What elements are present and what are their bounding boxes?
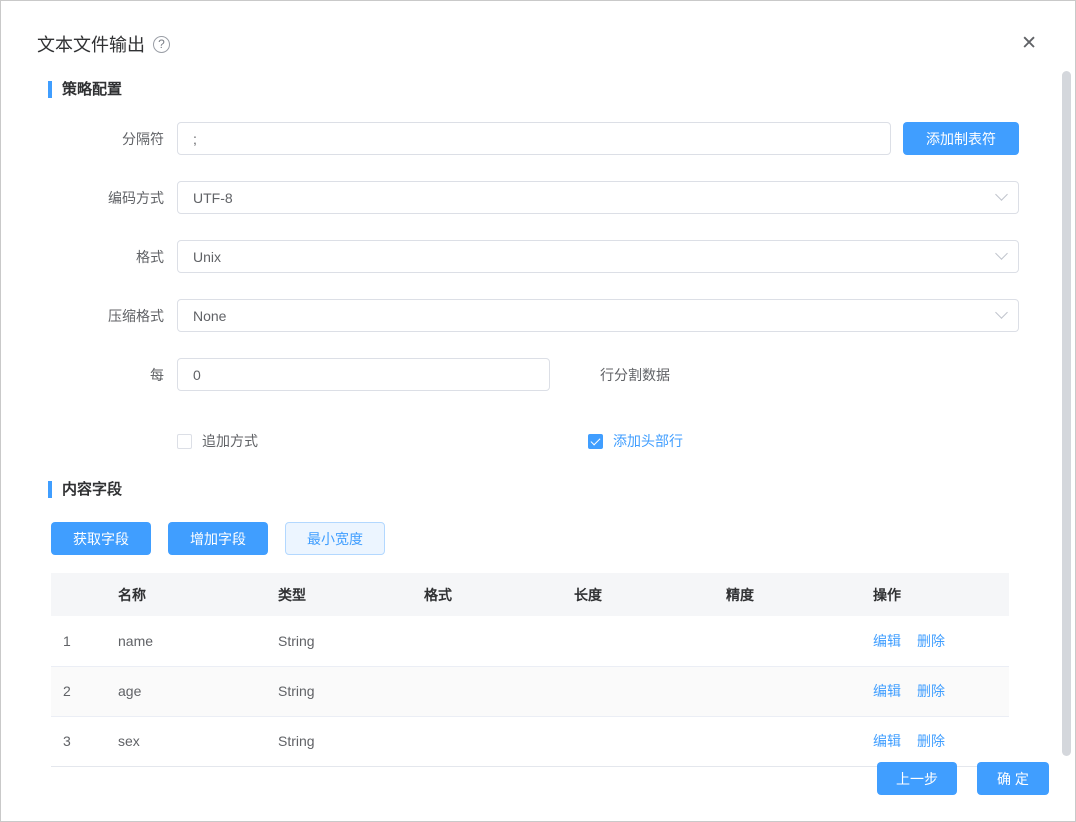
append-mode-label: 追加方式	[202, 431, 258, 451]
cell-precision	[714, 616, 861, 666]
row-index: 2	[51, 666, 106, 716]
column-format: 格式	[412, 573, 562, 616]
section-fields-title: 内容字段	[48, 481, 1075, 498]
cell-name: name	[106, 616, 266, 666]
cell-length	[562, 616, 714, 666]
split-suffix-label: 行分割数据	[600, 365, 670, 385]
cell-format	[412, 716, 562, 766]
compression-label: 压缩格式	[51, 306, 164, 326]
append-mode-checkbox-group[interactable]: 追加方式	[177, 431, 258, 451]
dialog-footer: 上一步 确 定	[877, 762, 1049, 795]
form-row-compression: 压缩格式 None	[51, 299, 1075, 332]
edit-link[interactable]: 编辑	[873, 733, 901, 749]
min-width-button[interactable]: 最小宽度	[285, 522, 385, 555]
delete-link[interactable]: 删除	[917, 683, 945, 699]
confirm-button[interactable]: 确 定	[977, 762, 1049, 795]
checkbox-row: 追加方式 添加头部行	[177, 431, 1075, 451]
separator-input[interactable]	[177, 122, 891, 155]
fields-table: 名称 类型 格式 长度 精度 操作 1 name String 编辑删除 2 a…	[51, 573, 1009, 767]
table-row: 1 name String 编辑删除	[51, 616, 1009, 666]
cell-type: String	[266, 716, 412, 766]
row-index: 3	[51, 716, 106, 766]
add-header-label: 添加头部行	[613, 431, 683, 451]
add-header-checkbox-group[interactable]: 添加头部行	[588, 431, 683, 451]
format-select[interactable]: Unix	[177, 240, 1019, 273]
cell-precision	[714, 716, 861, 766]
text-file-output-dialog: 文本文件输出 ? ✕ 策略配置 分隔符 添加制表符 编码方式 UTF-8 格式 …	[0, 0, 1076, 822]
delete-link[interactable]: 删除	[917, 633, 945, 649]
encoding-label: 编码方式	[51, 188, 164, 208]
form-row-encoding: 编码方式 UTF-8	[51, 181, 1075, 214]
append-mode-checkbox[interactable]	[177, 434, 192, 449]
table-header-row: 名称 类型 格式 长度 精度 操作	[51, 573, 1009, 616]
help-icon[interactable]: ?	[153, 36, 170, 53]
chevron-down-icon	[995, 247, 1008, 260]
edit-link[interactable]: 编辑	[873, 683, 901, 699]
compression-select[interactable]: None	[177, 299, 1019, 332]
get-fields-button[interactable]: 获取字段	[51, 522, 151, 555]
add-tab-button[interactable]: 添加制表符	[903, 122, 1019, 155]
table-row: 2 age String 编辑删除	[51, 666, 1009, 716]
row-index: 1	[51, 616, 106, 666]
separator-label: 分隔符	[51, 129, 164, 149]
cell-precision	[714, 666, 861, 716]
format-value: Unix	[193, 249, 221, 265]
edit-link[interactable]: 编辑	[873, 633, 901, 649]
split-prefix-label: 每	[51, 365, 164, 385]
column-name: 名称	[106, 573, 266, 616]
add-header-checkbox[interactable]	[588, 434, 603, 449]
chevron-down-icon	[995, 188, 1008, 201]
format-label: 格式	[51, 247, 164, 267]
form-row-separator: 分隔符 添加制表符	[51, 122, 1075, 155]
close-icon[interactable]: ✕	[1021, 34, 1037, 53]
cell-type: String	[266, 616, 412, 666]
chevron-down-icon	[995, 306, 1008, 319]
section-strategy-title: 策略配置	[48, 81, 1075, 98]
split-rows-input[interactable]	[177, 358, 550, 391]
column-index	[51, 573, 106, 616]
column-type: 类型	[266, 573, 412, 616]
fields-toolbar: 获取字段 增加字段 最小宽度	[51, 522, 1075, 555]
cell-length	[562, 716, 714, 766]
compression-value: None	[193, 308, 226, 324]
column-length: 长度	[562, 573, 714, 616]
delete-link[interactable]: 删除	[917, 733, 945, 749]
dialog-title: 文本文件输出	[37, 31, 145, 57]
encoding-value: UTF-8	[193, 190, 233, 206]
previous-step-button[interactable]: 上一步	[877, 762, 957, 795]
cell-type: String	[266, 666, 412, 716]
cell-length	[562, 666, 714, 716]
column-precision: 精度	[714, 573, 861, 616]
dialog-header: 文本文件输出 ?	[1, 1, 1075, 57]
add-field-button[interactable]: 增加字段	[168, 522, 268, 555]
form-row-split: 每 行分割数据	[51, 358, 1075, 391]
cell-format	[412, 666, 562, 716]
form-row-format: 格式 Unix	[51, 240, 1075, 273]
table-row: 3 sex String 编辑删除	[51, 716, 1009, 766]
column-actions: 操作	[861, 573, 1009, 616]
cell-name: sex	[106, 716, 266, 766]
encoding-select[interactable]: UTF-8	[177, 181, 1019, 214]
vertical-scrollbar[interactable]	[1062, 71, 1071, 756]
cell-format	[412, 616, 562, 666]
cell-name: age	[106, 666, 266, 716]
